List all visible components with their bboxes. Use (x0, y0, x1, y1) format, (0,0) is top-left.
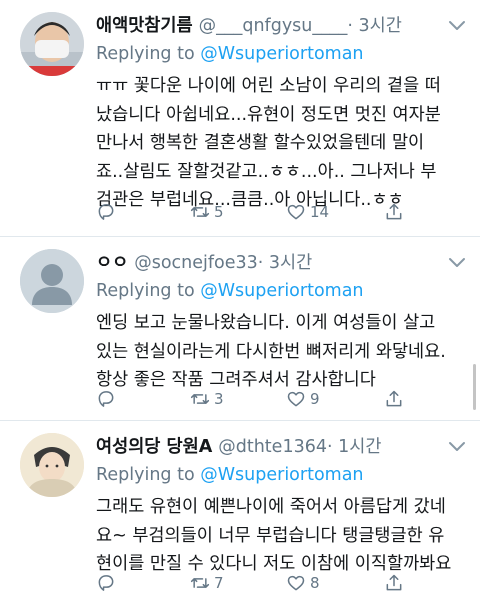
tweet-actions: 7 8 (96, 573, 416, 597)
mention-link[interactable]: @Wsuperiortoman (200, 281, 363, 301)
share-icon (386, 203, 402, 220)
tweet-header: 여성의당 당원A @dthte1364 · 1시간 (96, 435, 462, 459)
tweet-text: 엔딩 보고 눈물나왔습니다. 이게 여성들이 살고 있는 현실이라는게 다시한번… (96, 309, 462, 395)
replying-to-label: Replying to (96, 281, 201, 301)
text-line: 만나서 행복한 결혼생활 할수있었을텐데 말이 (96, 133, 425, 153)
retweet-icon (190, 578, 210, 588)
default-profile-icon (20, 249, 84, 313)
reply-button[interactable] (96, 573, 116, 593)
tweet-3[interactable]: 여성의당 당원A @dthte1364 · 1시간 Replying to @W… (0, 421, 480, 608)
heart-icon (287, 575, 305, 591)
text-line: 엔딩 보고 눈물나왔습니다. 이게 여성들이 살고 (96, 313, 436, 333)
share-button[interactable] (384, 573, 404, 593)
tweet-1[interactable]: 애액맛참기름 @___qnfgysu____ · 3시간 Replying to… (0, 0, 480, 236)
retweet-count: 3 (214, 390, 224, 408)
reply-button[interactable] (96, 389, 116, 409)
retweet-icon (190, 394, 210, 404)
retweet-button[interactable]: 7 (190, 573, 224, 593)
more-options-button[interactable] (448, 441, 466, 453)
heart-icon (287, 204, 305, 220)
replying-to: Replying to @Wsuperiortoman (96, 279, 462, 303)
like-button[interactable]: 14 (286, 202, 329, 222)
retweet-icon (190, 207, 210, 217)
retweet-count: 5 (214, 203, 224, 221)
display-name[interactable]: 여성의당 당원A (96, 435, 212, 459)
mention-link[interactable]: @Wsuperiortoman (200, 44, 363, 64)
share-icon (386, 574, 402, 591)
timestamp[interactable]: · 3시간 (258, 251, 312, 275)
text-line: 요~ 부검의들이 너무 부럽습니다 탱글탱글한 유 (96, 525, 445, 546)
share-icon (386, 390, 402, 407)
tweet-2[interactable]: ㅇㅇ @socnejfoe33 · 3시간 Replying to @Wsupe… (0, 237, 480, 408)
display-name[interactable]: ㅇㅇ (96, 251, 128, 275)
text-line: 그래도 유현이 예쁜나이에 죽어서 아름답게 갔네 (96, 497, 446, 517)
more-options-button[interactable] (448, 257, 466, 269)
avatar-illustration (20, 433, 84, 497)
user-handle[interactable]: @dthte1364 (218, 435, 327, 459)
retweet-count: 7 (214, 574, 224, 592)
replying-to-label: Replying to (96, 44, 201, 64)
chevron-down-icon (449, 21, 465, 30)
tweet-actions: 5 14 (96, 202, 416, 226)
tweet-text: 그래도 유현이 예쁜나이에 죽어서 아름답게 갔네 요~ 부검의들이 너무 부럽… (96, 493, 462, 579)
retweet-button[interactable]: 3 (190, 389, 224, 409)
reply-icon (98, 391, 114, 407)
display-name[interactable]: 애액맛참기름 (96, 14, 193, 38)
share-button[interactable] (384, 202, 404, 222)
avatar[interactable] (20, 249, 84, 313)
text-line: ㅠㅠ 꽃다운 나이에 어린 소남이 우리의 곁을 떠 (96, 76, 441, 96)
like-count: 9 (310, 390, 320, 408)
like-button[interactable]: 9 (286, 389, 320, 409)
retweet-button[interactable]: 5 (190, 202, 224, 222)
reply-icon (98, 575, 114, 591)
tweet-text: ㅠㅠ 꽃다운 나이에 어린 소남이 우리의 곁을 떠 났습니다 아쉽네요...유… (96, 72, 462, 215)
tweet-actions: 3 9 (96, 389, 416, 413)
timestamp[interactable]: · 3시간 (347, 14, 401, 38)
text-line: 났습니다 아쉽네요...유현이 정도면 멋진 여자분 (96, 104, 441, 125)
reply-button[interactable] (96, 202, 116, 222)
tweet-header: 애액맛참기름 @___qnfgysu____ · 3시간 (96, 14, 462, 38)
like-count: 14 (310, 203, 330, 221)
text-line: 죠..살림도 잘할것같고..ㅎㅎ...아.. 그나저나 부 (96, 161, 437, 182)
share-button[interactable] (384, 389, 404, 409)
reply-icon (98, 204, 114, 220)
heart-icon (287, 391, 305, 407)
more-options-button[interactable] (448, 20, 466, 32)
timestamp[interactable]: · 1시간 (327, 435, 381, 459)
user-handle[interactable]: @socnejfoe33 (134, 251, 258, 275)
avatar[interactable] (20, 433, 84, 497)
like-count: 8 (310, 574, 320, 592)
scrollbar[interactable] (473, 364, 476, 410)
chevron-down-icon (449, 258, 465, 267)
text-line: 있는 현실이라는게 다시한번 뼈저리게 와닿네요. (96, 341, 446, 362)
mention-link[interactable]: @Wsuperiortoman (200, 465, 363, 485)
avatar-photo (20, 12, 84, 76)
replying-to-label: Replying to (96, 465, 201, 485)
tweet-header: ㅇㅇ @socnejfoe33 · 3시간 (96, 251, 462, 275)
chevron-down-icon (449, 442, 465, 451)
replying-to: Replying to @Wsuperiortoman (96, 42, 462, 66)
user-handle[interactable]: @___qnfgysu____ (199, 14, 348, 38)
like-button[interactable]: 8 (286, 573, 320, 593)
replying-to: Replying to @Wsuperiortoman (96, 463, 462, 487)
avatar[interactable] (20, 12, 84, 76)
